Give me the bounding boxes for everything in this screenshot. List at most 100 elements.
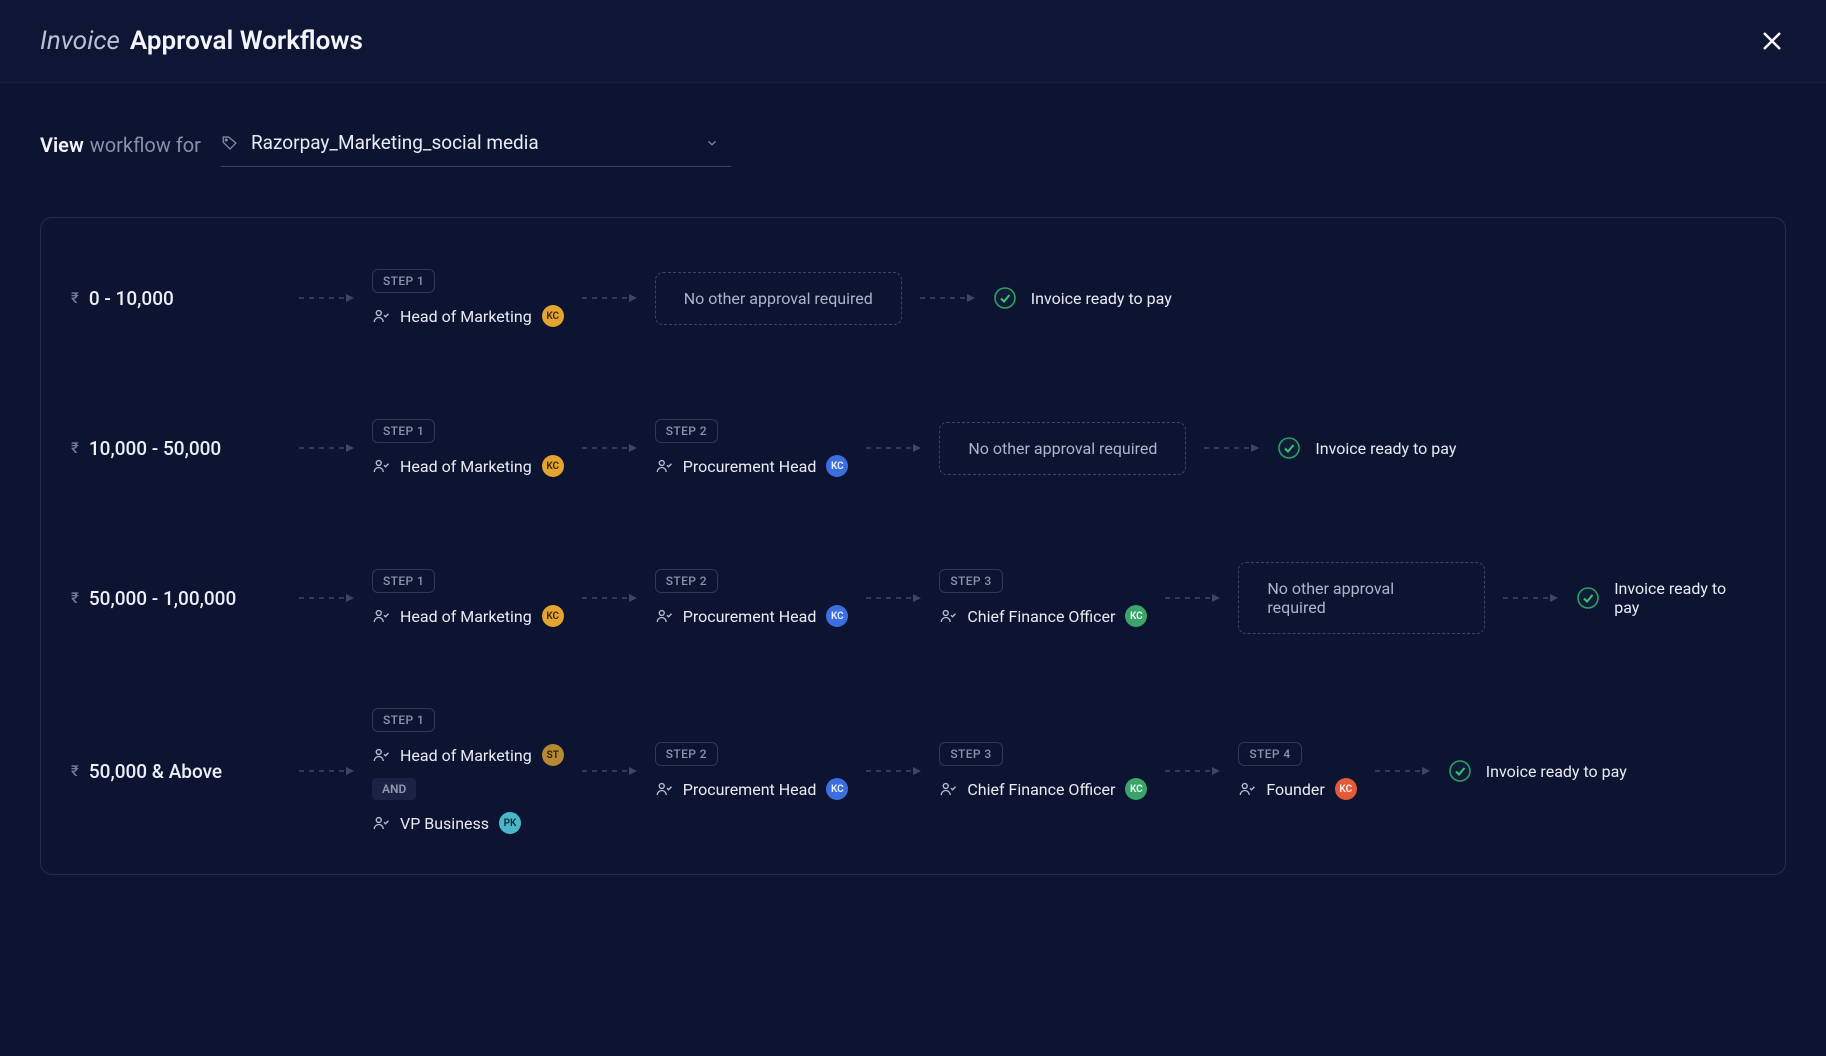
- step-badge: STEP 2: [655, 742, 718, 766]
- approver: Head of Marketing KC: [372, 305, 564, 327]
- approver-role: Chief Finance Officer: [967, 780, 1115, 799]
- ready-label: Invoice ready to pay: [1315, 439, 1456, 458]
- user-check-icon: [372, 746, 390, 764]
- user-check-icon: [372, 457, 390, 475]
- approver-list: Head of Marketing ST AND VP Business PK: [372, 744, 564, 834]
- approver-list: Head of Marketing KC: [372, 455, 564, 477]
- approver: Procurement Head KC: [655, 605, 849, 627]
- approver-role: Head of Marketing: [400, 457, 532, 476]
- rupee-symbol: ₹: [71, 589, 79, 607]
- user-check-icon: [939, 607, 957, 625]
- workflow-tier: ₹ 50,000 - 1,00,000 STEP 1 Head of Marke…: [71, 558, 1755, 638]
- approver-avatar: KC: [542, 455, 564, 477]
- workflow-step: STEP 2 Procurement Head KC: [655, 569, 849, 627]
- workflow-step: STEP 4 Founder KC: [1238, 742, 1356, 800]
- tier-amount: ₹ 50,000 - 1,00,000: [71, 587, 281, 610]
- approver-role: Procurement Head: [683, 607, 817, 626]
- workflow-panel: ₹ 0 - 10,000 STEP 1 Head of Marketing KC…: [40, 217, 1786, 875]
- workflow-step: STEP 3 Chief Finance Officer KC: [939, 742, 1147, 800]
- workflow-tier: ₹ 50,000 & Above STEP 1 Head of Marketin…: [71, 708, 1755, 834]
- flow-arrow: [848, 592, 939, 604]
- flow-arrow: [564, 292, 655, 304]
- rupee-symbol: ₹: [71, 289, 79, 307]
- approver: Procurement Head KC: [655, 455, 849, 477]
- workflow-for-label: workflow for: [90, 133, 201, 157]
- approver: Procurement Head KC: [655, 778, 849, 800]
- approver-list: Founder KC: [1238, 778, 1356, 800]
- flow-arrow: [564, 592, 655, 604]
- tag-icon: [221, 134, 239, 152]
- approver-avatar: PK: [499, 812, 521, 834]
- step-badge: STEP 1: [372, 269, 435, 293]
- no-approval-box: No other approval required: [655, 272, 902, 325]
- flow-arrow: [848, 442, 939, 454]
- flow-arrow: [1186, 442, 1277, 454]
- approver: Chief Finance Officer KC: [939, 605, 1147, 627]
- flow-arrow: [902, 292, 993, 304]
- flow-arrow: [1485, 592, 1576, 604]
- approver-list: Procurement Head KC: [655, 778, 849, 800]
- rupee-symbol: ₹: [71, 762, 79, 780]
- tier-amount: ₹ 50,000 & Above: [71, 760, 281, 783]
- user-check-icon: [655, 457, 673, 475]
- ready-label: Invoice ready to pay: [1486, 762, 1627, 781]
- approver-avatar: KC: [826, 455, 848, 477]
- page-title: Invoice Approval Workflows: [40, 26, 363, 56]
- step-badge: STEP 1: [372, 419, 435, 443]
- amount-range: 0 - 10,000: [89, 287, 174, 310]
- chevron-down-icon: [705, 136, 719, 150]
- tier-amount: ₹ 0 - 10,000: [71, 287, 281, 310]
- approver-role: Chief Finance Officer: [967, 607, 1115, 626]
- check-circle-icon: [993, 286, 1017, 310]
- step-badge: STEP 2: [655, 419, 718, 443]
- user-check-icon: [372, 307, 390, 325]
- workflow-step: STEP 1 Head of Marketing KC: [372, 419, 564, 477]
- workflow-step: STEP 2 Procurement Head KC: [655, 742, 849, 800]
- amount-range: 50,000 - 1,00,000: [89, 587, 236, 610]
- check-circle-icon: [1277, 436, 1301, 460]
- approver-avatar: KC: [542, 305, 564, 327]
- approver-list: Head of Marketing KC: [372, 605, 564, 627]
- workflow-select-value: Razorpay_Marketing_social media: [251, 131, 693, 154]
- no-approval-box: No other approval required: [1238, 562, 1485, 634]
- close-button[interactable]: [1758, 27, 1786, 55]
- approver-avatar: ST: [542, 744, 564, 766]
- approver-role: Head of Marketing: [400, 607, 532, 626]
- workflow-tier: ₹ 10,000 - 50,000 STEP 1 Head of Marketi…: [71, 408, 1755, 488]
- title-main: Approval Workflows: [130, 26, 363, 56]
- approver-avatar: KC: [826, 778, 848, 800]
- workflow-step: STEP 1 Head of Marketing KC: [372, 569, 564, 627]
- user-check-icon: [372, 607, 390, 625]
- flow-arrow: [1147, 765, 1238, 777]
- title-prefix: Invoice: [40, 26, 120, 56]
- amount-range: 50,000 & Above: [89, 760, 222, 783]
- approver-avatar: KC: [542, 605, 564, 627]
- flow-arrow: [281, 765, 372, 777]
- rupee-symbol: ₹: [71, 439, 79, 457]
- approver-list: Chief Finance Officer KC: [939, 778, 1147, 800]
- workflow-step: STEP 1 Head of Marketing ST AND VP Busin…: [372, 708, 564, 834]
- view-label: View: [40, 133, 84, 157]
- step-badge: STEP 1: [372, 708, 435, 732]
- flow-arrow: [281, 592, 372, 604]
- check-circle-icon: [1448, 759, 1472, 783]
- flow-arrow: [281, 442, 372, 454]
- step-badge: STEP 2: [655, 569, 718, 593]
- ready-to-pay: Invoice ready to pay: [1576, 579, 1755, 617]
- check-circle-icon: [1576, 586, 1600, 610]
- approver: Chief Finance Officer KC: [939, 778, 1147, 800]
- approver-avatar: KC: [1125, 605, 1147, 627]
- modal-header: Invoice Approval Workflows: [0, 0, 1826, 83]
- user-check-icon: [1238, 780, 1256, 798]
- step-badge: STEP 1: [372, 569, 435, 593]
- flow-arrow: [281, 292, 372, 304]
- approver-list: Procurement Head KC: [655, 455, 849, 477]
- filter-bar: View workflow for Razorpay_Marketing_soc…: [0, 83, 1826, 187]
- approver: Founder KC: [1238, 778, 1356, 800]
- workflow-select[interactable]: Razorpay_Marketing_social media: [221, 123, 731, 167]
- workflow-step: STEP 1 Head of Marketing KC: [372, 269, 564, 327]
- approver-role: VP Business: [400, 814, 489, 833]
- flow-arrow: [564, 765, 655, 777]
- flow-arrow: [1147, 592, 1238, 604]
- workflow-tier: ₹ 0 - 10,000 STEP 1 Head of Marketing KC…: [71, 258, 1755, 338]
